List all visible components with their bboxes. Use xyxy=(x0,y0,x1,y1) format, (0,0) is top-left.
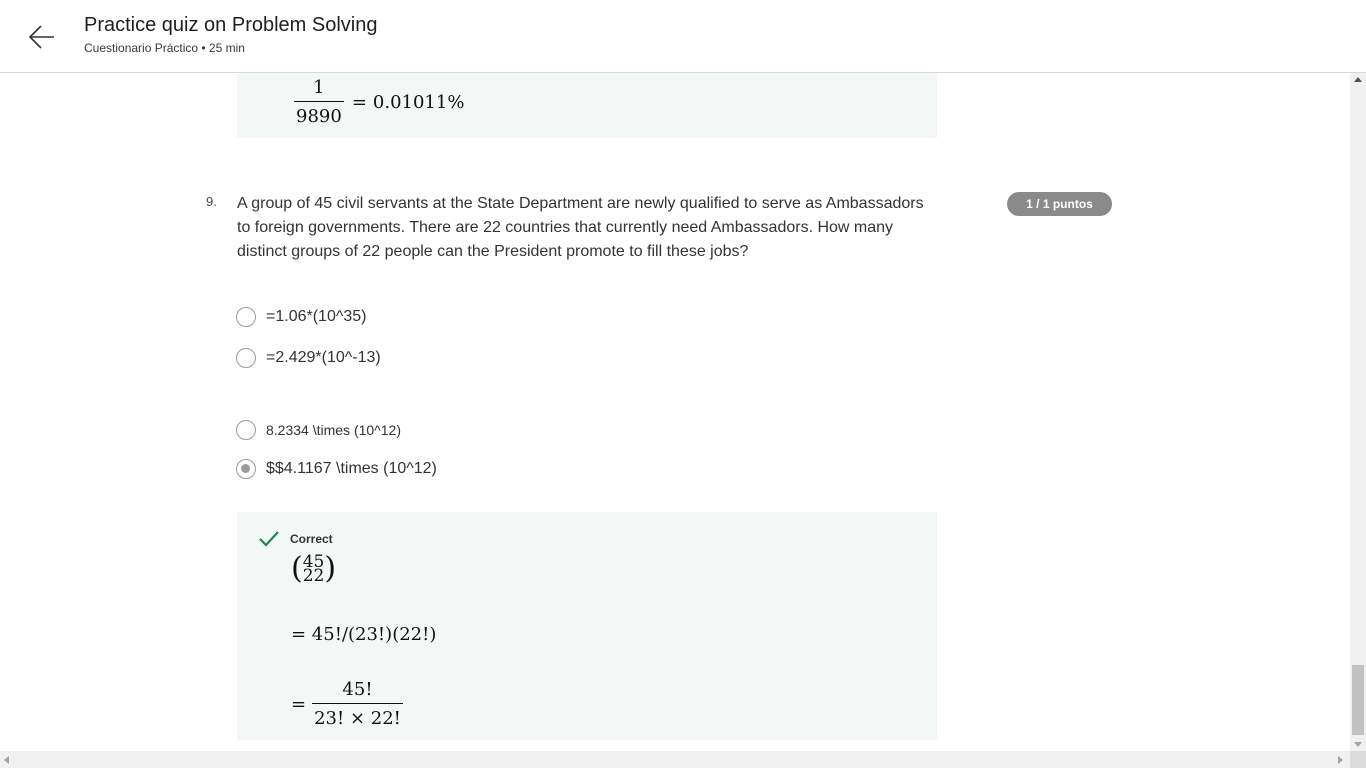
status-label: Correct xyxy=(290,532,333,546)
equation-line-3: = 45! 23! × 22! xyxy=(291,679,403,729)
answer-option-label: =2.429*(10^-13) xyxy=(266,349,381,366)
radio-button-selected[interactable] xyxy=(236,459,256,479)
fraction-denominator: 23! × 22! xyxy=(312,703,403,729)
fraction: 1 9890 xyxy=(294,77,344,127)
page-title: Practice quiz on Problem Solving xyxy=(84,14,378,36)
fraction: 45! 23! × 22! xyxy=(312,679,403,729)
radio-button[interactable] xyxy=(236,420,256,440)
fraction-numerator: 45! xyxy=(342,679,373,700)
question-text: A group of 45 civil servants at the Stat… xyxy=(237,195,924,260)
answer-option[interactable]: =1.06*(10^35) xyxy=(236,307,366,327)
quiz-content: 1 9890 = 0.01011% 9. A group of 45 civil… xyxy=(0,73,1350,751)
feedback-status: Correct xyxy=(258,530,333,548)
answer-option[interactable]: =2.429*(10^-13) xyxy=(236,348,381,368)
answer-option-label: $$4.1167 \times (10^12) xyxy=(266,460,437,477)
equation-line-2: = 45!/(23!)(22!) xyxy=(291,624,437,645)
fraction-numerator: 1 xyxy=(313,77,325,98)
left-paren: ( xyxy=(291,551,303,586)
radio-button[interactable] xyxy=(236,307,256,327)
points-badge: 1 / 1 puntos xyxy=(1007,192,1112,216)
back-button[interactable] xyxy=(24,20,60,56)
previous-feedback-math: 1 9890 = 0.01011% xyxy=(294,77,464,127)
equals-sign: = xyxy=(291,693,307,715)
answer-option[interactable]: 8.2334 \times (10^12) xyxy=(236,420,401,440)
scrollbar-corner xyxy=(1350,751,1366,768)
page-subtitle: Cuestionario Práctico • 25 min xyxy=(84,41,245,55)
scroll-left-arrow-icon[interactable] xyxy=(4,756,9,764)
scrollbar-thumb[interactable] xyxy=(1352,665,1364,735)
answer-option-label: 8.2334 \times (10^12) xyxy=(266,422,401,438)
scroll-down-arrow-icon[interactable] xyxy=(1354,742,1362,747)
scroll-right-arrow-icon[interactable] xyxy=(1338,756,1343,764)
question-number: 9. xyxy=(206,194,217,209)
horizontal-scrollbar[interactable] xyxy=(0,751,1366,768)
binomial-coefficient: ( 45 22 ) xyxy=(291,551,337,586)
answer-option-selected[interactable]: $$4.1167 \times (10^12) xyxy=(236,459,437,479)
equals-sign: = xyxy=(351,91,367,113)
result-value: 0.01011% xyxy=(372,91,465,113)
binomial-stack: 45 22 xyxy=(302,554,325,586)
arrow-left-icon[interactable] xyxy=(24,20,60,56)
radio-button[interactable] xyxy=(236,348,256,368)
answer-option-label: =1.06*(10^35) xyxy=(266,308,367,325)
right-paren: ) xyxy=(324,551,337,586)
check-icon xyxy=(259,531,279,547)
binomial-bottom: 22 xyxy=(302,566,325,586)
page-header: Practice quiz on Problem Solving Cuestio… xyxy=(0,0,1366,73)
vertical-scrollbar[interactable] xyxy=(1350,73,1366,751)
scroll-up-arrow-icon[interactable] xyxy=(1354,77,1362,82)
fraction-denominator: 9890 xyxy=(294,101,344,127)
